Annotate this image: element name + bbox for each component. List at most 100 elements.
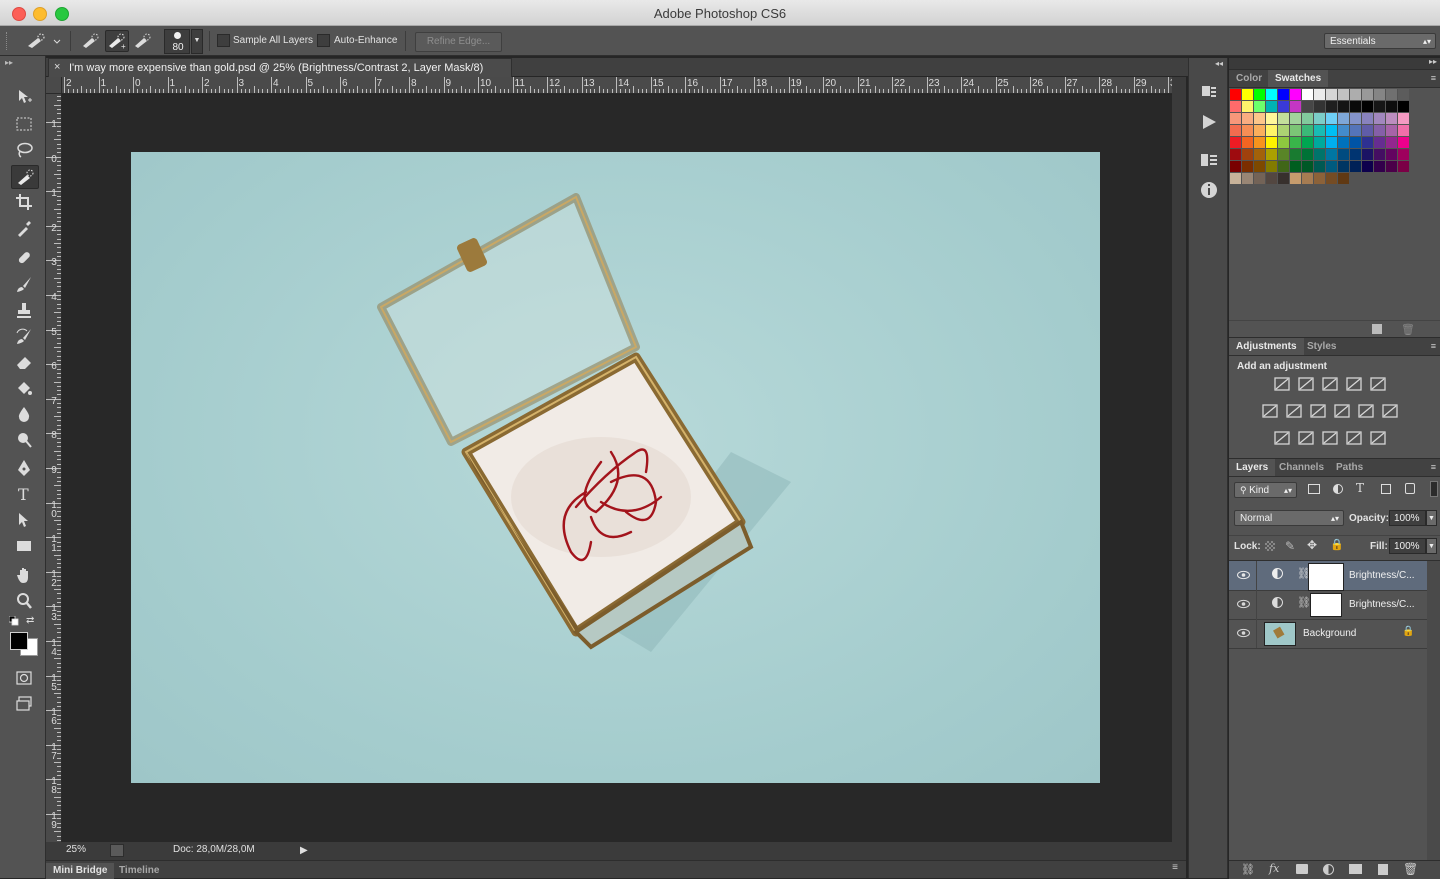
- color-swatch[interactable]: [1338, 173, 1349, 184]
- tab-mini-bridge[interactable]: Mini Bridge: [46, 863, 115, 879]
- color-swatch[interactable]: [1254, 101, 1265, 112]
- layer-style-fx-icon[interactable]: fx: [1269, 862, 1279, 875]
- color-swatch[interactable]: [1386, 101, 1397, 112]
- color-swatch[interactable]: [1230, 161, 1241, 172]
- color-swatch[interactable]: [1314, 149, 1325, 160]
- link-layers-icon[interactable]: ⛓: [1241, 863, 1255, 876]
- color-swatch[interactable]: [1230, 125, 1241, 136]
- color-swatch[interactable]: [1338, 161, 1349, 172]
- lock-pixels-brush-icon[interactable]: ✎: [1285, 539, 1295, 553]
- tab-adjustments[interactable]: Adjustments: [1229, 338, 1304, 355]
- brightness-contrast-icon[interactable]: [1273, 376, 1291, 392]
- lock-all-icon[interactable]: 🔒: [1330, 538, 1344, 551]
- color-swatch[interactable]: [1338, 137, 1349, 148]
- color-swatch[interactable]: [1290, 149, 1301, 160]
- color-swatch[interactable]: [1302, 125, 1313, 136]
- actions-panel-icon[interactable]: [1199, 112, 1219, 132]
- posterize-icon[interactable]: [1297, 430, 1315, 446]
- color-swatch[interactable]: [1326, 161, 1337, 172]
- tab-paths[interactable]: Paths: [1329, 459, 1370, 476]
- eye-icon[interactable]: [1237, 599, 1250, 609]
- color-swatch[interactable]: [1362, 149, 1373, 160]
- color-swatch[interactable]: [1386, 149, 1397, 160]
- status-menu-arrow-icon[interactable]: ▶: [300, 845, 308, 856]
- color-swatch[interactable]: [1278, 173, 1289, 184]
- paint-bucket-tool[interactable]: [11, 377, 37, 399]
- tab-swatches[interactable]: Swatches: [1268, 70, 1329, 87]
- color-swatch[interactable]: [1242, 113, 1253, 124]
- color-swatch[interactable]: [1374, 137, 1385, 148]
- color-balance-icon[interactable]: [1285, 403, 1303, 419]
- color-swatch[interactable]: [1278, 89, 1289, 100]
- color-swatch[interactable]: [1302, 89, 1313, 100]
- panel-menu-icon[interactable]: ≡: [1431, 341, 1436, 351]
- color-swatch[interactable]: [1362, 137, 1373, 148]
- new-swatch-icon[interactable]: [1372, 324, 1382, 334]
- new-selection-mode-button[interactable]: [80, 30, 102, 52]
- color-swatch[interactable]: [1290, 101, 1301, 112]
- color-swatch[interactable]: [1374, 125, 1385, 136]
- opacity-field[interactable]: 100%: [1389, 510, 1426, 526]
- filter-shape-icon[interactable]: [1381, 484, 1391, 494]
- sample-all-layers-checkbox[interactable]: [217, 34, 230, 47]
- color-swatch[interactable]: [1398, 137, 1409, 148]
- color-swatch[interactable]: [1362, 113, 1373, 124]
- horizontal-ruler[interactable]: 2 1 0 1 2 3 4 5 6 7 8 9 10 11 12 13 14 15 16 17 18 19 20 21 22 23…: [62, 77, 1172, 94]
- exposure-icon[interactable]: [1345, 376, 1363, 392]
- move-tool[interactable]: [11, 86, 37, 108]
- blur-tool[interactable]: [11, 403, 37, 425]
- zoom-tool[interactable]: [11, 590, 37, 612]
- color-swatch[interactable]: [1350, 89, 1361, 100]
- color-swatch[interactable]: [1314, 113, 1325, 124]
- zoom-level[interactable]: 25%: [66, 844, 86, 855]
- color-swatch[interactable]: [1254, 173, 1265, 184]
- color-swatch[interactable]: [1338, 113, 1349, 124]
- color-swatch[interactable]: [1350, 113, 1361, 124]
- color-swatch[interactable]: [1254, 125, 1265, 136]
- filter-smart-object-icon[interactable]: [1405, 483, 1415, 494]
- color-swatch[interactable]: [1242, 173, 1253, 184]
- hue-saturation-icon[interactable]: [1261, 403, 1279, 419]
- color-swatch[interactable]: [1314, 137, 1325, 148]
- eyedropper-tool[interactable]: [11, 217, 37, 239]
- link-chain-icon[interactable]: ⛓: [1297, 596, 1311, 609]
- color-swatch[interactable]: [1242, 137, 1253, 148]
- workspace-switcher[interactable]: Essentials ▴▾: [1324, 33, 1436, 49]
- color-swatch[interactable]: [1278, 101, 1289, 112]
- color-swatch[interactable]: [1314, 101, 1325, 112]
- delete-layer-trash-icon[interactable]: 🗑: [1403, 862, 1418, 876]
- expand-toolbar-icon[interactable]: ▸▸: [5, 58, 13, 67]
- color-swatch[interactable]: [1398, 161, 1409, 172]
- color-swatch[interactable]: [1242, 89, 1253, 100]
- layer-row-brightness-contrast-2[interactable]: ⛓ Brightness/C...: [1229, 561, 1427, 591]
- color-swatch[interactable]: [1230, 101, 1241, 112]
- photo-filter-icon[interactable]: [1333, 403, 1351, 419]
- screen-mode-button[interactable]: [11, 693, 37, 715]
- filter-pixel-icon[interactable]: [1308, 484, 1320, 494]
- color-swatch[interactable]: [1350, 101, 1361, 112]
- color-swatch[interactable]: [1386, 137, 1397, 148]
- color-swatch[interactable]: [1290, 161, 1301, 172]
- filter-adjustment-icon[interactable]: [1333, 484, 1343, 494]
- color-swatch[interactable]: [1302, 161, 1313, 172]
- color-swatch[interactable]: [1386, 125, 1397, 136]
- color-swatch[interactable]: [1338, 125, 1349, 136]
- brush-size-picker[interactable]: 80: [164, 29, 190, 54]
- color-swatch[interactable]: [1386, 89, 1397, 100]
- invert-icon[interactable]: [1273, 430, 1291, 446]
- layer-thumbnail[interactable]: [1264, 622, 1296, 646]
- color-swatch[interactable]: [1350, 161, 1361, 172]
- channel-mixer-icon[interactable]: [1357, 403, 1375, 419]
- layer-row-background[interactable]: Background 🔒: [1229, 619, 1427, 649]
- color-swatch[interactable]: [1278, 113, 1289, 124]
- color-swatch[interactable]: [1254, 113, 1265, 124]
- color-swatch[interactable]: [1398, 101, 1409, 112]
- color-swatch[interactable]: [1326, 89, 1337, 100]
- threshold-icon[interactable]: [1321, 430, 1339, 446]
- color-swatch[interactable]: [1266, 125, 1277, 136]
- color-swatch[interactable]: [1350, 137, 1361, 148]
- color-swatch[interactable]: [1350, 149, 1361, 160]
- color-swatch[interactable]: [1338, 101, 1349, 112]
- color-swatch[interactable]: [1290, 137, 1301, 148]
- panel-menu-icon[interactable]: ≡: [1431, 462, 1436, 472]
